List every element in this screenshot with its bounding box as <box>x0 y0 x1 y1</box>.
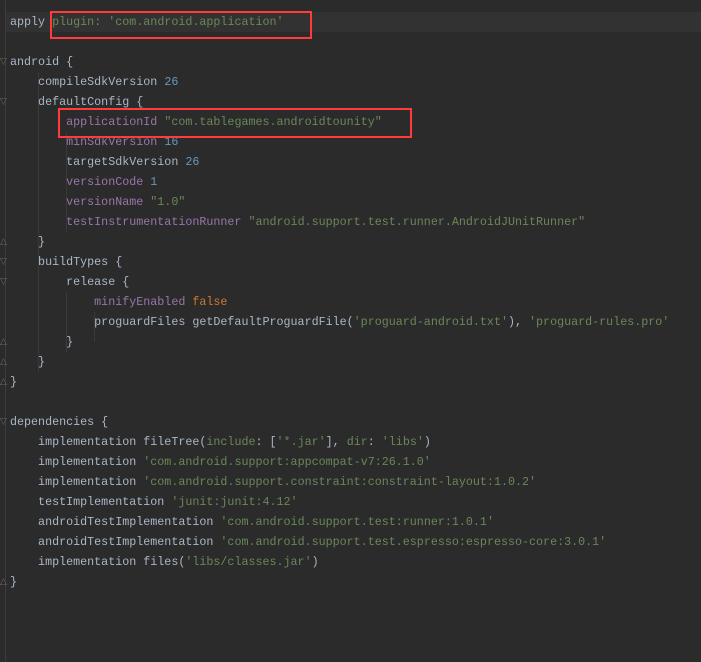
code-token: ], <box>325 435 347 449</box>
code-line[interactable]: dependencies { <box>10 412 669 432</box>
code-line[interactable]: targetSdkVersion 26 <box>10 152 669 172</box>
code-line[interactable]: minifyEnabled false <box>10 292 669 312</box>
code-token: minifyEnabled <box>94 295 193 309</box>
code-token: release { <box>10 275 130 289</box>
code-token: 'proguard-android.txt' <box>353 315 508 329</box>
code-token: ) <box>423 435 431 449</box>
code-line[interactable]: androidTestImplementation 'com.android.s… <box>10 532 669 552</box>
code-token: androidTestImplementation <box>10 535 221 549</box>
code-token: : <box>367 435 382 449</box>
code-line[interactable]: testInstrumentationRunner "android.suppo… <box>10 212 669 232</box>
code-line[interactable]: implementation 'com.android.support.cons… <box>10 472 669 492</box>
highlight-box-plugin <box>50 11 312 39</box>
fold-end-icon[interactable]: △ <box>0 237 10 247</box>
code-token: "android.support.test.runner.AndroidJUni… <box>248 215 586 229</box>
fold-end-icon[interactable]: △ <box>0 377 10 387</box>
code-line[interactable]: compileSdkVersion 26 <box>10 72 669 92</box>
code-token: 1 <box>150 175 158 189</box>
code-line[interactable]: versionName "1.0" <box>10 192 669 212</box>
code-token: 'libs' <box>381 435 424 449</box>
code-line[interactable]: proguardFiles getDefaultProguardFile('pr… <box>10 312 669 332</box>
code-line[interactable]: implementation 'com.android.support:appc… <box>10 452 669 472</box>
code-line[interactable]: androidTestImplementation 'com.android.s… <box>10 512 669 532</box>
code-token: buildTypes { <box>10 255 123 269</box>
code-token: "1.0" <box>150 195 186 209</box>
code-token: androidTestImplementation <box>10 515 221 529</box>
code-token: include <box>206 435 256 449</box>
fold-icon[interactable]: ▽ <box>0 417 10 427</box>
code-token: proguardFiles getDefaultProguardFile( <box>10 315 354 329</box>
fold-icon[interactable]: ▽ <box>0 257 10 267</box>
fold-icon[interactable]: ▽ <box>0 277 10 287</box>
code-token: 'libs/classes.jar' <box>185 555 312 569</box>
code-line[interactable]: release { <box>10 272 669 292</box>
code-token: 'com.android.support:appcompat-v7:26.1.0… <box>143 455 431 469</box>
highlight-box-application-id <box>58 108 412 138</box>
code-line[interactable]: } <box>10 372 669 392</box>
fold-end-icon[interactable]: △ <box>0 357 10 367</box>
code-line[interactable]: implementation fileTree(include: ['*.jar… <box>10 432 669 452</box>
code-token: ) <box>311 555 319 569</box>
code-token: 'com.android.support.test:runner:1.0.1' <box>220 515 494 529</box>
code-token: implementation fileTree( <box>10 435 207 449</box>
code-token: testInstrumentationRunner <box>66 215 249 229</box>
code-token: } <box>10 335 74 349</box>
code-token: } <box>10 575 18 589</box>
code-line[interactable]: implementation files('libs/classes.jar') <box>10 552 669 572</box>
code-token: implementation <box>10 455 144 469</box>
fold-icon[interactable]: ▽ <box>0 97 10 107</box>
code-token: } <box>10 375 18 389</box>
code-token: 'com.android.support.test.espresso:espre… <box>220 535 607 549</box>
code-editor[interactable]: apply plugin: 'com.android.application' a… <box>10 12 669 592</box>
code-token: 26 <box>185 155 200 169</box>
code-token: false <box>192 295 228 309</box>
code-line[interactable]: versionCode 1 <box>10 172 669 192</box>
code-token: ), <box>507 315 530 329</box>
code-token: } <box>10 355 46 369</box>
code-line[interactable]: } <box>10 572 669 592</box>
code-line[interactable]: } <box>10 352 669 372</box>
code-token: 26 <box>164 75 179 89</box>
code-line[interactable]: } <box>10 232 669 252</box>
code-token: dependencies { <box>10 415 109 429</box>
code-token: android { <box>10 55 74 69</box>
fold-end-icon[interactable]: △ <box>0 577 10 587</box>
code-token: 'junit:junit:4.12' <box>171 495 298 509</box>
code-token: : [ <box>255 435 277 449</box>
code-token: testImplementation <box>10 495 172 509</box>
fold-end-icon[interactable]: △ <box>0 337 10 347</box>
fold-icon[interactable]: ▽ <box>0 57 10 67</box>
code-token: compileSdkVersion <box>10 75 165 89</box>
code-token: 'com.android.support.constraint:constrai… <box>143 475 537 489</box>
code-line[interactable] <box>10 392 669 412</box>
code-line[interactable]: android { <box>10 52 669 72</box>
code-token: } <box>10 235 46 249</box>
code-token: implementation <box>10 475 144 489</box>
code-line[interactable]: } <box>10 332 669 352</box>
code-token: apply <box>10 15 53 29</box>
code-token: versionCode <box>66 175 151 189</box>
code-token: 'proguard-rules.pro' <box>529 315 670 329</box>
code-token: implementation files( <box>10 555 186 569</box>
code-token: versionName <box>66 195 151 209</box>
code-token: targetSdkVersion <box>10 155 186 169</box>
code-token: '*.jar' <box>276 435 326 449</box>
code-token: dir <box>346 435 368 449</box>
code-line[interactable]: buildTypes { <box>10 252 669 272</box>
code-token: defaultConfig { <box>10 95 144 109</box>
code-line[interactable]: testImplementation 'junit:junit:4.12' <box>10 492 669 512</box>
